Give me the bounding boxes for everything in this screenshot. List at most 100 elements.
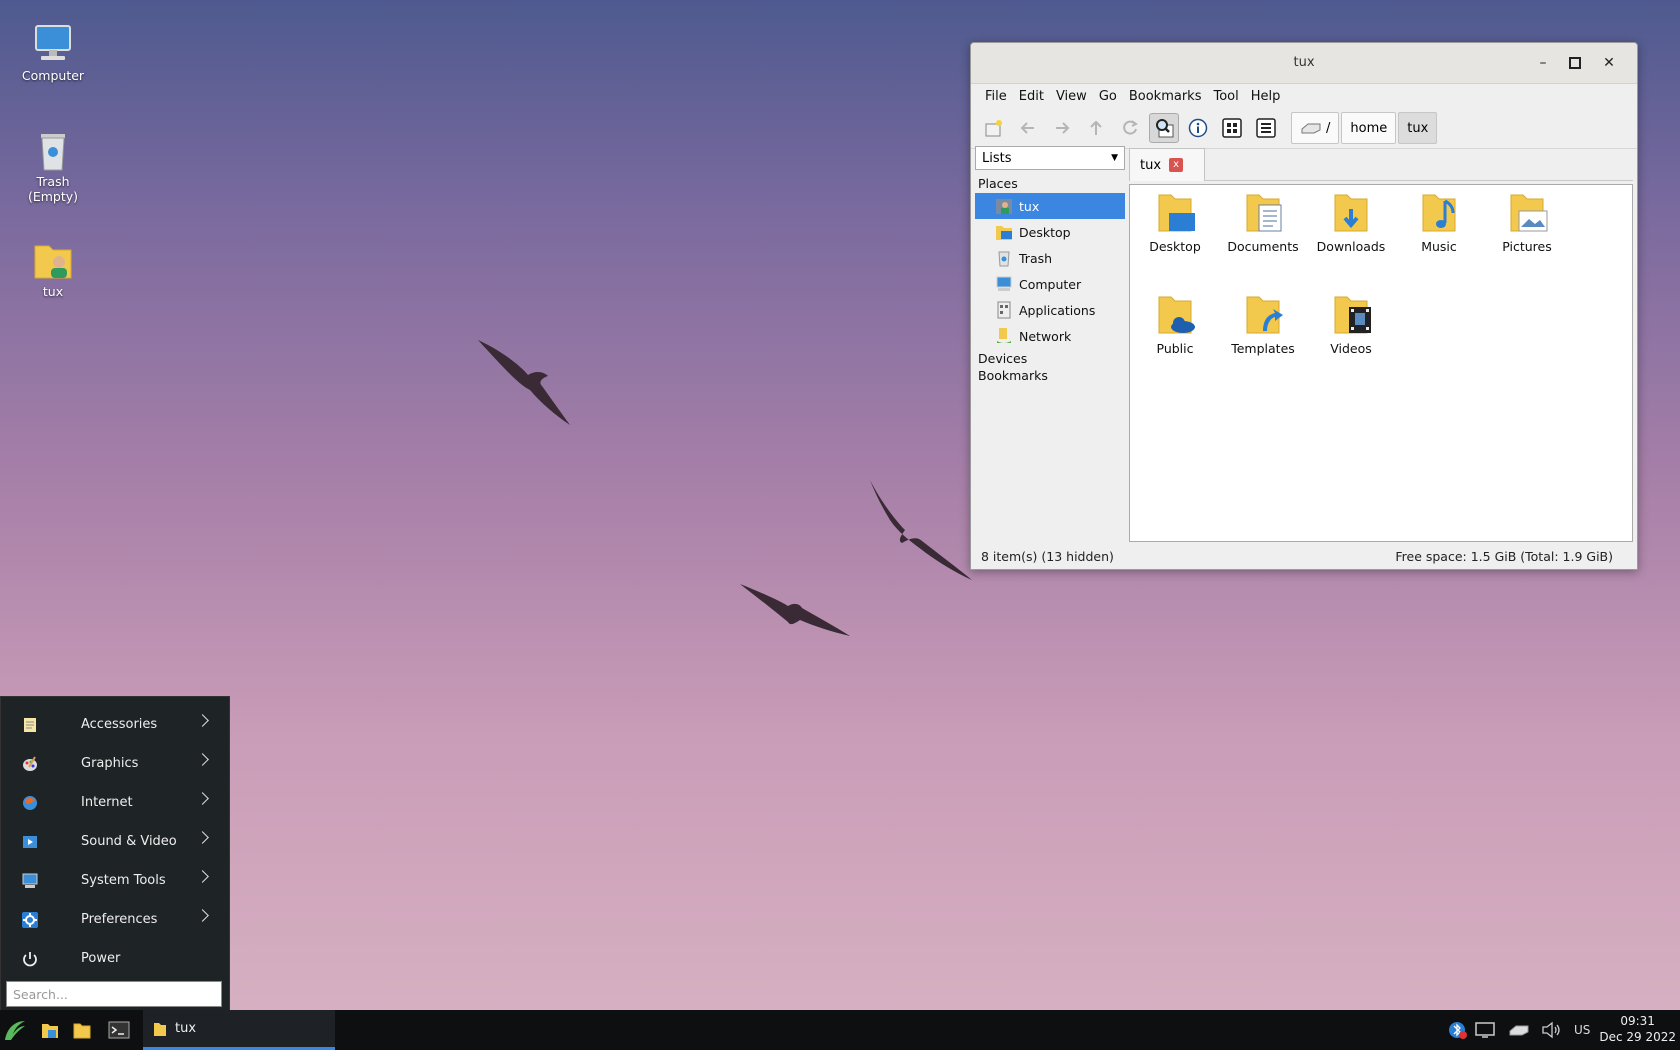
sound-video-icon xyxy=(23,835,37,848)
tab-bar: tux x xyxy=(1129,146,1633,181)
info-icon xyxy=(1188,118,1208,138)
applications-icon xyxy=(997,301,1011,319)
file-item-documents[interactable]: Documents xyxy=(1219,191,1307,254)
find-files-button[interactable] xyxy=(1149,113,1179,143)
clock[interactable]: 09:31 Dec 29 2022 xyxy=(1599,1013,1676,1045)
reload-icon xyxy=(1123,120,1138,135)
arrow-left-icon xyxy=(1020,122,1034,134)
menu-item-system-tools[interactable]: System Tools xyxy=(1,861,229,900)
breadcrumb-home[interactable]: home xyxy=(1341,112,1397,144)
terminal-launcher[interactable] xyxy=(104,1010,134,1050)
file-item-music[interactable]: Music xyxy=(1395,191,1483,254)
section-bookmarks[interactable]: Bookmarks xyxy=(975,368,1125,385)
search-icon xyxy=(1156,119,1174,138)
arrow-right-icon xyxy=(1056,122,1070,134)
clock-time: 09:31 xyxy=(1620,1014,1655,1028)
removable-drive-icon[interactable] xyxy=(1508,1022,1530,1038)
bluetooth-disabled-icon[interactable] xyxy=(1448,1020,1468,1040)
new-tab-button[interactable] xyxy=(979,113,1009,143)
list-view-button[interactable] xyxy=(1251,113,1281,143)
menu-item-power[interactable]: Power xyxy=(1,939,229,978)
chevron-right-icon xyxy=(196,753,209,766)
file-manager-window: tux – ✕ File Edit View Go Bookmarks Tool… xyxy=(970,42,1638,570)
section-places[interactable]: Places xyxy=(975,176,1125,193)
desktop-icon-trash[interactable]: Trash (Empty) xyxy=(8,128,98,204)
section-devices[interactable]: Devices xyxy=(975,351,1125,368)
place-trash[interactable]: Trash xyxy=(975,245,1125,271)
volume-icon[interactable] xyxy=(1540,1020,1562,1040)
new-tab-icon xyxy=(985,120,1002,137)
system-tray: US xyxy=(1448,1010,1590,1050)
bird-silhouette xyxy=(740,584,850,636)
grid-icon xyxy=(1222,118,1242,138)
back-button[interactable] xyxy=(1013,113,1043,143)
desktop-icon-label: tux xyxy=(42,284,64,299)
breadcrumb-root[interactable]: / xyxy=(1291,112,1340,144)
desktop-icon-computer[interactable]: Computer xyxy=(8,22,98,83)
home-launcher-icon xyxy=(42,1024,58,1038)
desktop-icon-label: Computer xyxy=(21,68,85,83)
folder-downloads-icon xyxy=(1334,194,1368,232)
menu-view[interactable]: View xyxy=(1050,89,1093,104)
place-network[interactable]: Network xyxy=(975,323,1125,349)
terminal-icon xyxy=(108,1021,130,1039)
search-input[interactable]: Search... xyxy=(6,981,222,1007)
tab-close-icon[interactable]: x xyxy=(1169,158,1184,172)
menu-item-graphics[interactable]: Graphics xyxy=(1,744,229,783)
network-wired-icon[interactable] xyxy=(1474,1020,1498,1040)
desktop-icon xyxy=(996,226,1012,240)
place-tux[interactable]: tux xyxy=(975,193,1125,219)
place-applications[interactable]: Applications xyxy=(975,297,1125,323)
file-view[interactable]: Desktop Documents Downloads Music Pictur… xyxy=(1129,184,1633,542)
menu-item-accessories[interactable]: Accessories xyxy=(1,705,229,744)
forward-button[interactable] xyxy=(1047,113,1077,143)
side-pane-mode-select[interactable]: Lists ▼ xyxy=(975,146,1125,170)
desktop-icon-tux[interactable]: tux xyxy=(8,238,98,299)
maximize-icon[interactable] xyxy=(1565,53,1585,73)
place-computer[interactable]: Computer xyxy=(975,271,1125,297)
desktop-icon-label: Trash (Empty) xyxy=(27,174,79,204)
properties-button[interactable] xyxy=(1183,113,1213,143)
toolbar: / home tux xyxy=(971,108,1637,149)
internet-icon xyxy=(23,795,37,810)
keyboard-layout[interactable]: US xyxy=(1574,1023,1590,1037)
chevron-down-icon: ▼ xyxy=(1111,153,1118,163)
system-tools-icon xyxy=(22,873,38,888)
reload-button[interactable] xyxy=(1115,113,1145,143)
taskbar-window-tux[interactable]: tux xyxy=(143,1010,335,1050)
place-desktop[interactable]: Desktop xyxy=(975,219,1125,245)
menu-bookmarks[interactable]: Bookmarks xyxy=(1123,89,1208,104)
chevron-right-icon xyxy=(196,714,209,727)
chevron-right-icon xyxy=(196,870,209,883)
up-button[interactable] xyxy=(1081,113,1111,143)
start-button[interactable] xyxy=(0,1010,30,1050)
bird-silhouette xyxy=(478,340,570,425)
close-icon[interactable]: ✕ xyxy=(1599,53,1619,73)
menu-item-sound-video[interactable]: Sound & Video xyxy=(1,822,229,861)
file-item-downloads[interactable]: Downloads xyxy=(1307,191,1395,254)
file-item-public[interactable]: Public xyxy=(1131,293,1219,356)
menu-item-internet[interactable]: Internet xyxy=(1,783,229,822)
tab-tux[interactable]: tux x xyxy=(1129,148,1205,181)
file-manager-launcher[interactable] xyxy=(68,1010,96,1050)
menu-edit[interactable]: Edit xyxy=(1013,89,1050,104)
menu-file[interactable]: File xyxy=(979,89,1013,104)
taskbar: tux US 09:31 Dec 29 2022 xyxy=(0,1010,1680,1050)
clock-date: Dec 29 2022 xyxy=(1599,1030,1676,1044)
folder-videos-icon xyxy=(1334,296,1371,334)
icon-view-button[interactable] xyxy=(1217,113,1247,143)
file-item-desktop[interactable]: Desktop xyxy=(1131,191,1219,254)
distro-logo-icon xyxy=(5,1021,25,1040)
minimize-icon[interactable]: – xyxy=(1533,53,1553,73)
window-titlebar[interactable]: tux – ✕ xyxy=(971,43,1637,84)
file-item-templates[interactable]: Templates xyxy=(1219,293,1307,356)
breadcrumb-tux[interactable]: tux xyxy=(1398,112,1438,144)
menu-go[interactable]: Go xyxy=(1093,89,1123,104)
menu-help[interactable]: Help xyxy=(1245,89,1287,104)
show-desktop-button[interactable] xyxy=(36,1010,64,1050)
menu-item-preferences[interactable]: Preferences xyxy=(1,900,229,939)
power-icon xyxy=(23,951,37,966)
menu-tool[interactable]: Tool xyxy=(1207,89,1244,104)
file-item-pictures[interactable]: Pictures xyxy=(1483,191,1571,254)
file-item-videos[interactable]: Videos xyxy=(1307,293,1395,356)
